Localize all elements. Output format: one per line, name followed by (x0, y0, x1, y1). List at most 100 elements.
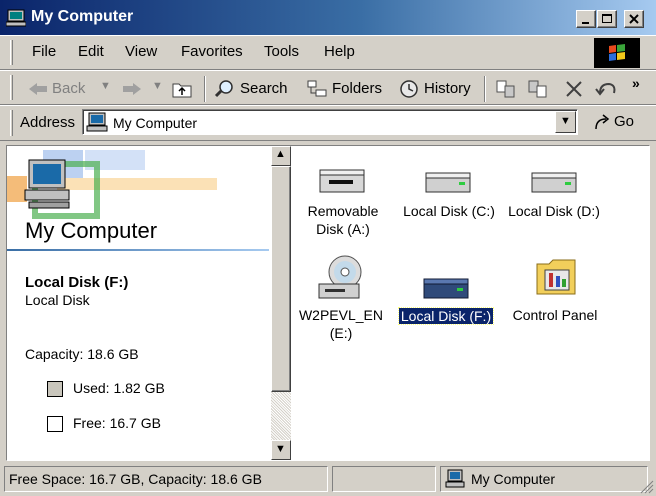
free-swatch (47, 416, 63, 432)
folders-label: Folders (332, 80, 383, 97)
drive-item-d[interactable]: Local Disk (D:) (501, 160, 607, 220)
back-label: Back (52, 80, 86, 97)
used-swatch (47, 381, 63, 397)
address-dropdown-button[interactable]: ▼ (555, 111, 576, 133)
control-panel-label: Control Panel (512, 307, 598, 323)
control-panel-item[interactable]: Control Panel (503, 254, 607, 330)
close-button[interactable] (624, 10, 644, 28)
my-computer-icon (445, 469, 465, 488)
address-input[interactable]: My Computer (82, 109, 578, 135)
used-space-text: Used: 1.82 GB (73, 380, 165, 396)
menu-view[interactable]: View (125, 43, 157, 60)
search-label: Search (240, 80, 288, 97)
control-panel-icon (536, 259, 576, 295)
back-arrow-icon (29, 83, 47, 95)
hard-disk-icon (423, 278, 469, 299)
go-label: Go (614, 113, 635, 130)
drive-item-c[interactable]: Local Disk (C:) (397, 160, 501, 220)
status-panel-text: Free Space: 16.7 GB, Capacity: 18.6 GB (4, 466, 328, 492)
go-button[interactable]: Go (590, 111, 648, 135)
menu-help[interactable]: Help (324, 43, 355, 60)
folders-button[interactable]: Folders (306, 77, 388, 101)
title-bar[interactable]: My Computer (0, 0, 656, 35)
up-folder-icon (172, 83, 192, 98)
menu-tools[interactable]: Tools (264, 43, 299, 60)
scroll-thumb[interactable] (271, 166, 291, 392)
undo-icon (595, 82, 616, 96)
address-label: Address (20, 114, 76, 131)
move-to-button[interactable] (494, 77, 518, 101)
delete-button[interactable] (562, 77, 586, 101)
history-icon (400, 80, 418, 98)
maximize-button[interactable] (597, 10, 617, 28)
hard-disk-icon (425, 172, 471, 193)
my-computer-icon (86, 112, 108, 132)
drive-label-line2: Disk (A:) (316, 221, 370, 237)
minimize-button[interactable] (576, 10, 596, 28)
search-button[interactable]: Search (214, 77, 294, 101)
back-button[interactable]: Back ▼ (28, 78, 120, 100)
capacity-text: Capacity: 18.6 GB (25, 346, 139, 362)
forward-button[interactable]: ▼ (122, 78, 164, 100)
scroll-down-arrow-icon: ▼ (275, 443, 286, 455)
menu-file[interactable]: File (32, 43, 56, 60)
hard-disk-icon (531, 172, 577, 193)
menu-edit[interactable]: Edit (78, 43, 104, 60)
drive-item-e[interactable]: W2PEVL_EN (E:) (291, 254, 391, 344)
scroll-up-arrow-icon: ▲ (275, 148, 286, 160)
selected-item-name: Local Disk (F:) (25, 274, 129, 291)
drive-label: Local Disk (C:) (403, 203, 495, 219)
drive-item-f[interactable]: Local Disk (F:) (393, 254, 499, 330)
address-grip[interactable] (10, 110, 13, 136)
cd-drive-icon (318, 255, 362, 299)
drive-label: W2PEVL_EN (E:) (291, 306, 391, 342)
drive-item-a[interactable]: Removable Disk (A:) (295, 160, 391, 240)
scroll-down-button[interactable]: ▼ (271, 440, 291, 460)
drive-label: Removable Disk (A:) (295, 202, 391, 238)
undo-button[interactable] (594, 77, 620, 101)
address-value: My Computer (113, 115, 198, 131)
drive-label-line1: W2PEVL_EN (298, 307, 384, 323)
vertical-scrollbar[interactable]: ▲ ▼ (271, 146, 291, 460)
windows-logo-icon (594, 38, 640, 68)
status-zone-text: My Computer (471, 471, 556, 487)
selected-item-type: Local Disk (25, 292, 90, 308)
menu-grip[interactable] (10, 40, 13, 65)
drive-label: Local Disk (D:) (508, 203, 600, 219)
resize-grip-icon[interactable] (640, 480, 654, 494)
folders-icon (307, 80, 327, 97)
toolbar-separator (484, 76, 486, 102)
drive-label-line1: Removable (307, 203, 379, 219)
my-computer-icon (5, 9, 27, 27)
history-label: History (424, 80, 471, 97)
menu-favorites[interactable]: Favorites (181, 43, 243, 60)
menu-bar: File Edit View Favorites Tools Help (0, 35, 656, 70)
forward-arrow-icon (123, 83, 141, 95)
status-panel-empty (332, 466, 436, 492)
drive-label-line2: (E:) (329, 325, 353, 341)
move-to-icon (496, 80, 515, 98)
chevron-down-icon: ▼ (152, 80, 163, 92)
copy-to-button[interactable] (526, 77, 550, 101)
copy-to-icon (528, 80, 547, 98)
delete-icon (566, 81, 582, 97)
info-pane: My Computer Local Disk (F:) Local Disk C… (7, 146, 271, 460)
floppy-drive-icon (319, 169, 365, 193)
pane-divider (7, 249, 269, 251)
free-space-text: Free: 16.7 GB (73, 415, 161, 431)
window-title: My Computer (31, 8, 134, 25)
toolbar-separator (204, 76, 206, 102)
status-bar: Free Space: 16.7 GB, Capacity: 18.6 GB M… (0, 462, 656, 496)
chevron-down-icon: ▼ (560, 115, 571, 127)
pane-heading: My Computer (25, 218, 158, 243)
toolbar-grip[interactable] (10, 75, 13, 100)
up-folder-button[interactable] (170, 77, 194, 101)
history-button[interactable]: History (398, 77, 474, 101)
drive-label-selected: Local Disk (F:) (397, 307, 495, 325)
explorer-content: My Computer Local Disk (F:) Local Disk C… (6, 145, 650, 461)
standard-toolbar: Back ▼ ▼ Search Folders History » (0, 70, 656, 105)
search-icon (214, 80, 233, 98)
scroll-up-button[interactable]: ▲ (271, 146, 291, 166)
chevron-more-icon[interactable]: » (632, 75, 640, 91)
status-text: Free Space: 16.7 GB, Capacity: 18.6 GB (9, 471, 262, 487)
